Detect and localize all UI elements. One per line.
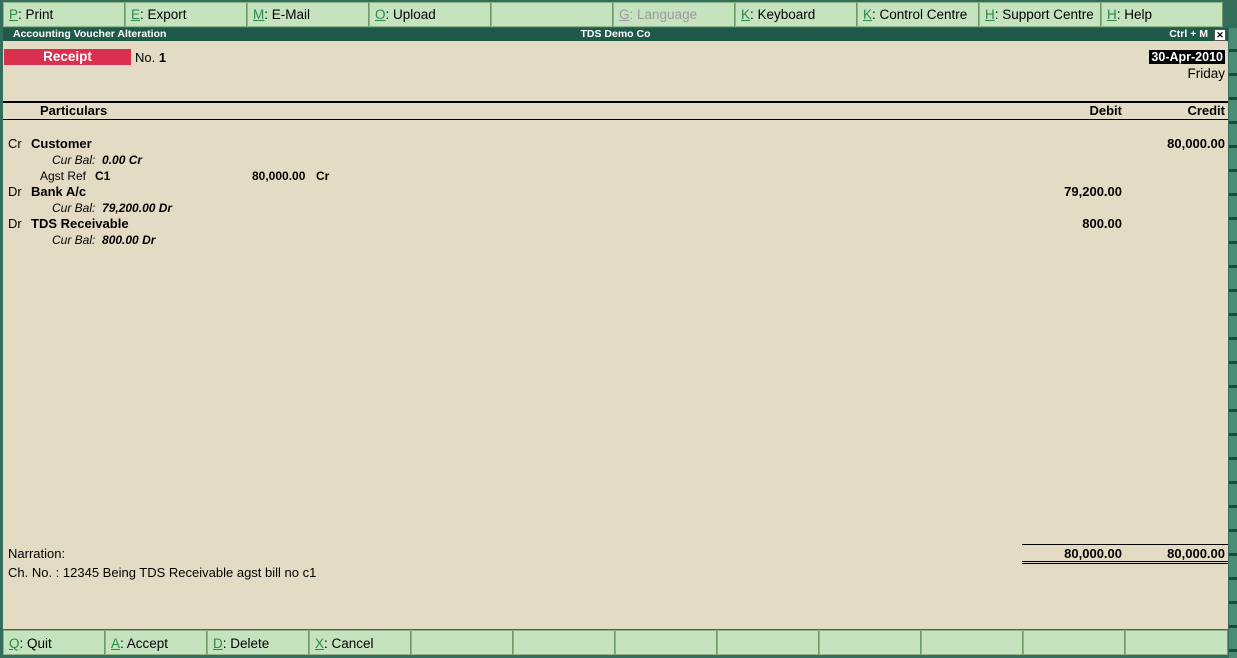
curbal-label: Cur Bal:: [52, 233, 96, 247]
narration-text[interactable]: Ch. No. : 12345 Being TDS Receivable ags…: [8, 565, 316, 580]
keyboard-label: : Keyboard: [750, 7, 816, 22]
entry-customer-dc[interactable]: Cr: [8, 136, 22, 151]
language-button: G: Language: [613, 2, 735, 27]
total-credit: 80,000.00: [1167, 546, 1225, 561]
upload-shortcut-key: O: [375, 7, 386, 22]
cancel-label: : Cancel: [324, 636, 374, 651]
close-icon[interactable]: ✕: [1214, 29, 1226, 41]
voucher-number-value[interactable]: 1: [159, 50, 166, 65]
voucher-day: Friday: [1187, 66, 1225, 81]
shortcut-hint: Ctrl + M: [1169, 28, 1208, 40]
blank-bottom-button: [1023, 630, 1125, 655]
email-shortcut-key: M: [253, 7, 265, 22]
blank-bottom-button: [513, 630, 615, 655]
accept-label: : Accept: [120, 636, 169, 651]
company-name: TDS Demo Co: [580, 28, 651, 40]
export-button[interactable]: E: Export: [125, 2, 247, 27]
debit-header: Debit: [1089, 103, 1123, 118]
curbal-value: 79,200.00 Dr: [102, 201, 173, 215]
help-shortcut-key: H: [1107, 7, 1117, 22]
bill-ref-name[interactable]: C1: [95, 169, 110, 183]
blank-top-button: [491, 2, 613, 27]
top-button-bar: P: Print E: Export M: E-Mail O: Upload G…: [3, 2, 1228, 27]
upload-button[interactable]: O: Upload: [369, 2, 491, 27]
control-centre-button[interactable]: K: Control Centre: [857, 2, 979, 27]
voucher-type-badge[interactable]: Receipt: [4, 49, 131, 65]
delete-shortcut-key: D: [213, 636, 223, 651]
delete-label: : Delete: [222, 636, 270, 651]
curbal-value: 0.00 Cr: [102, 153, 143, 167]
totals-top-rule: [1022, 544, 1228, 545]
entry-bank-dc[interactable]: Dr: [8, 184, 22, 199]
blank-bottom-button: [615, 630, 717, 655]
export-shortcut-key: E: [131, 7, 141, 22]
bill-ref-dc[interactable]: Cr: [316, 169, 329, 183]
support-centre-label: : Support Centre: [994, 7, 1094, 22]
help-button[interactable]: H: Help: [1101, 2, 1223, 27]
language-shortcut-key: G: [619, 7, 630, 22]
entry-customer-curbal: Cur Bal: 0.00 Cr: [52, 153, 142, 167]
delete-button[interactable]: D: Delete: [207, 630, 309, 655]
cancel-shortcut-key: X: [315, 636, 325, 651]
quit-label: : Quit: [19, 636, 52, 651]
export-label: : Export: [140, 7, 187, 22]
entry-customer-credit[interactable]: 80,000.00: [1167, 136, 1225, 151]
entry-bank-debit[interactable]: 79,200.00: [1064, 184, 1122, 199]
blank-bottom-button: [921, 630, 1023, 655]
email-label: : E-Mail: [264, 7, 311, 22]
blank-bottom-button: [819, 630, 921, 655]
curbal-label: Cur Bal:: [52, 201, 96, 215]
credit-header: Credit: [1187, 103, 1225, 118]
title-bar: Accounting Voucher Alteration TDS Demo C…: [3, 28, 1228, 41]
help-label: : Help: [1116, 7, 1153, 22]
accept-shortcut-key: A: [111, 636, 121, 651]
bill-ref-amount[interactable]: 80,000.00: [252, 169, 305, 183]
voucher-date[interactable]: 30-Apr-2010: [1149, 50, 1225, 64]
total-debit: 80,000.00: [1064, 546, 1122, 561]
entry-tds-ledger[interactable]: TDS Receivable: [31, 216, 129, 231]
particulars-header: Particulars: [40, 103, 108, 118]
entry-bank-curbal: Cur Bal: 79,200.00 Dr: [52, 201, 172, 215]
control-centre-shortcut-key: K: [863, 7, 873, 22]
blank-bottom-button: [717, 630, 819, 655]
keyboard-shortcut-key: K: [741, 7, 751, 22]
quit-button[interactable]: Q: Quit: [3, 630, 105, 655]
language-label: : Language: [629, 7, 698, 22]
voucher-panel: Receipt No. 1 30-Apr-2010 Friday Particu…: [3, 41, 1228, 629]
support-centre-button[interactable]: H: Support Centre: [979, 2, 1101, 27]
print-label: : Print: [18, 7, 54, 22]
quit-shortcut-key: Q: [9, 636, 20, 651]
keyboard-button[interactable]: K: Keyboard: [735, 2, 857, 27]
totals-bottom-rule-1: [1022, 561, 1228, 562]
header-top-rule: [3, 101, 1228, 103]
curbal-value: 800.00 Dr: [102, 233, 156, 247]
voucher-number-label: No.: [135, 50, 156, 65]
voucher-number: No. 1: [135, 50, 166, 65]
curbal-label: Cur Bal:: [52, 153, 96, 167]
print-shortcut-key: P: [9, 7, 19, 22]
entry-tds-dc[interactable]: Dr: [8, 216, 22, 231]
blank-bottom-button: [411, 630, 513, 655]
entry-bank-ledger[interactable]: Bank A/c: [31, 184, 86, 199]
bill-ref-label: Agst Ref: [40, 169, 87, 183]
upload-label: : Upload: [385, 7, 436, 22]
support-centre-shortcut-key: H: [985, 7, 995, 22]
entry-customer-ledger[interactable]: Customer: [31, 136, 92, 151]
totals-bottom-rule-2: [1022, 563, 1228, 564]
tally-window: P: Print E: Export M: E-Mail O: Upload G…: [0, 0, 1237, 658]
blank-bottom-button: [1125, 630, 1228, 655]
control-centre-label: : Control Centre: [872, 7, 968, 22]
email-button[interactable]: M: E-Mail: [247, 2, 369, 27]
accept-button[interactable]: A: Accept: [105, 630, 207, 655]
side-button-strip: [1229, 28, 1237, 658]
entry-tds-debit[interactable]: 800.00: [1082, 216, 1122, 231]
entry-tds-curbal: Cur Bal: 800.00 Dr: [52, 233, 155, 247]
bottom-button-bar: Q: Quit A: Accept D: Delete X: Cancel: [3, 630, 1228, 655]
cancel-button[interactable]: X: Cancel: [309, 630, 411, 655]
print-button[interactable]: P: Print: [3, 2, 125, 27]
narration-label: Narration:: [8, 546, 66, 561]
header-bottom-rule: [3, 119, 1228, 120]
